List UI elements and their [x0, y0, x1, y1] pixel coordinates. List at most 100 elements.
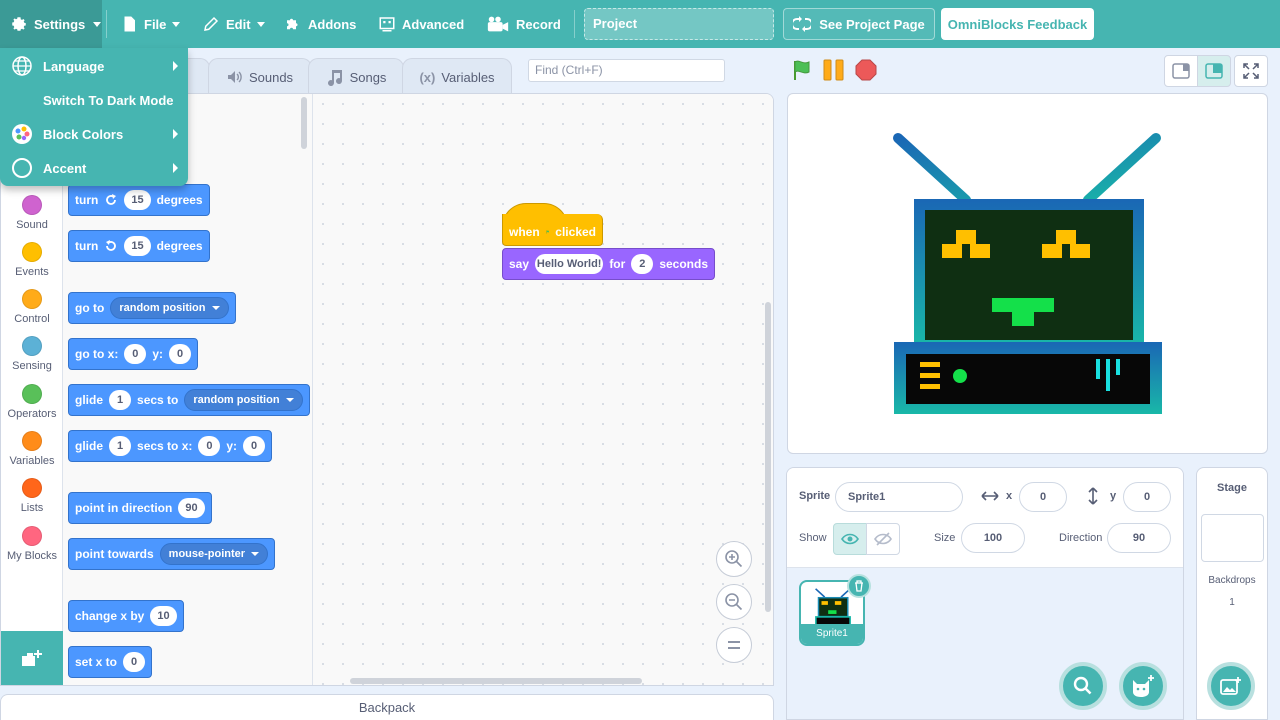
block-text: secs to x:	[137, 439, 193, 453]
caret-down-icon	[285, 398, 294, 402]
category-events[interactable]: Events	[1, 242, 63, 278]
block-go-to-xy[interactable]: go to x: 0 y: 0	[68, 338, 198, 370]
menu-item-language[interactable]: Language	[0, 49, 188, 83]
size-input[interactable]: 100	[961, 523, 1025, 553]
block-input[interactable]: 90	[178, 498, 205, 518]
block-turn-right[interactable]: turn 15 degrees	[68, 184, 210, 216]
block-glide-xy[interactable]: glide 1 secs to x: 0 y: 0	[68, 430, 273, 462]
block-point-in-direction[interactable]: point in direction 90	[68, 492, 212, 524]
block-input[interactable]: 1	[109, 436, 132, 456]
direction-input[interactable]: 90	[1107, 523, 1171, 553]
block-turn-left[interactable]: turn 15 degrees	[68, 230, 210, 262]
category-operators[interactable]: Operators	[1, 384, 63, 420]
eye-slash-icon	[874, 532, 892, 546]
chevron-right-icon	[173, 129, 178, 139]
robot-tv-sprite[interactable]	[892, 132, 1164, 416]
delete-sprite-button[interactable]	[847, 574, 871, 598]
stage-target-pane[interactable]: Stage Backdrops 1	[1196, 467, 1268, 720]
block-dropdown[interactable]: random position	[184, 389, 303, 411]
menu-item-accent[interactable]: Accent	[0, 151, 188, 185]
menu-item-block-colors[interactable]: Block Colors	[0, 117, 188, 151]
find-input[interactable]: Find (Ctrl+F)	[528, 59, 725, 82]
settings-menu-button[interactable]: Settings	[0, 0, 102, 48]
choose-sprite-button[interactable]	[1119, 662, 1167, 710]
category-label: Sound	[16, 219, 48, 231]
y-label: y	[1110, 490, 1117, 502]
stage-canvas[interactable]	[787, 93, 1268, 454]
direction-label: Direction	[1059, 532, 1103, 544]
zoom-out-button[interactable]	[716, 584, 752, 620]
backpack[interactable]: Backpack	[0, 694, 774, 720]
menu-bar: Settings File Edit Addons Advanced Recor…	[0, 0, 1280, 48]
block-when-flag-clicked[interactable]: when clicked	[502, 214, 603, 246]
small-stage-button[interactable]	[1164, 55, 1198, 87]
pause-button[interactable]	[822, 59, 846, 81]
record-button[interactable]: Record	[486, 0, 561, 48]
see-project-page-button[interactable]: See Project Page	[783, 8, 935, 40]
block-text: set x to	[75, 655, 118, 669]
show-visible-button[interactable]	[833, 523, 867, 555]
x-arrows-icon	[981, 491, 999, 501]
green-flag-button[interactable]	[790, 58, 814, 82]
palette-scrollbar[interactable]	[301, 97, 307, 149]
tab-variables[interactable]: (x) Variables	[402, 58, 512, 95]
block-input[interactable]: 0	[198, 436, 221, 456]
menu-item-dark-mode[interactable]: Switch To Dark Mode	[0, 83, 188, 117]
sprite-label: Sprite	[799, 490, 831, 502]
block-go-to[interactable]: go to random position	[68, 292, 236, 324]
x-input[interactable]: 0	[1019, 482, 1067, 512]
category-sound[interactable]: Sound	[1, 195, 63, 231]
block-input[interactable]: 10	[150, 606, 177, 626]
project-title-input[interactable]: Project	[584, 8, 774, 40]
block-set-x[interactable]: set x to 0	[68, 646, 153, 678]
feedback-button[interactable]: OmniBlocks Feedback	[941, 8, 1094, 40]
addons-button[interactable]: Addons	[284, 0, 356, 48]
advanced-button[interactable]: Advanced	[378, 0, 464, 48]
search-sprite-button[interactable]	[1059, 662, 1107, 710]
category-label: Control	[14, 313, 50, 325]
zoom-in-button[interactable]	[716, 541, 752, 577]
block-text: seconds	[659, 257, 708, 271]
block-input[interactable]: 15	[124, 190, 151, 210]
workspace-vertical-scrollbar[interactable]	[765, 302, 771, 612]
normal-stage-button[interactable]	[1197, 55, 1231, 87]
block-dropdown[interactable]: random position	[110, 297, 229, 319]
rotate-right-icon	[106, 194, 117, 205]
script-workspace[interactable]	[313, 94, 773, 685]
block-input[interactable]: 15	[124, 236, 151, 256]
zoom-reset-button[interactable]	[716, 627, 752, 663]
sprite-name-input[interactable]: Sprite1	[835, 482, 963, 512]
say-message-input[interactable]: Hello World!	[535, 254, 604, 274]
category-my-blocks[interactable]: My Blocks	[1, 526, 63, 562]
block-dropdown[interactable]: mouse-pointer	[159, 543, 269, 565]
stage-thumbnail[interactable]	[1201, 514, 1264, 562]
block-input[interactable]: 0	[123, 652, 146, 672]
show-hidden-button[interactable]	[866, 523, 900, 555]
edit-menu-button[interactable]: Edit	[202, 0, 265, 48]
stop-button[interactable]	[855, 59, 877, 81]
block-glide-to[interactable]: glide 1 secs to random position	[68, 384, 310, 416]
category-lists[interactable]: Lists	[1, 478, 63, 514]
block-input[interactable]: 0	[243, 436, 266, 456]
show-label: Show	[799, 532, 827, 544]
block-input[interactable]: 1	[109, 390, 132, 410]
block-change-x[interactable]: change x by 10	[68, 600, 184, 632]
block-input[interactable]: 0	[169, 344, 191, 364]
fullscreen-button[interactable]	[1234, 55, 1268, 87]
file-menu-button[interactable]: File	[120, 0, 181, 48]
y-input[interactable]: 0	[1123, 482, 1171, 512]
category-control[interactable]: Control	[1, 289, 63, 325]
block-input[interactable]: 0	[124, 344, 147, 364]
block-input[interactable]: 2	[631, 254, 654, 274]
category-sensing[interactable]: Sensing	[1, 336, 63, 372]
category-variables[interactable]: Variables	[1, 431, 63, 467]
choose-backdrop-button[interactable]	[1207, 662, 1255, 710]
dropdown-text: mouse-pointer	[168, 548, 246, 560]
block-say-for-seconds[interactable]: say Hello World! for 2 seconds	[502, 248, 715, 280]
workspace-horizontal-scrollbar[interactable]	[350, 678, 642, 684]
tab-songs[interactable]: Songs	[308, 58, 404, 95]
add-extension-button[interactable]	[1, 631, 63, 685]
block-point-towards[interactable]: point towards mouse-pointer	[68, 538, 276, 570]
menu-divider	[106, 10, 107, 38]
tab-sounds[interactable]: Sounds	[208, 58, 312, 95]
